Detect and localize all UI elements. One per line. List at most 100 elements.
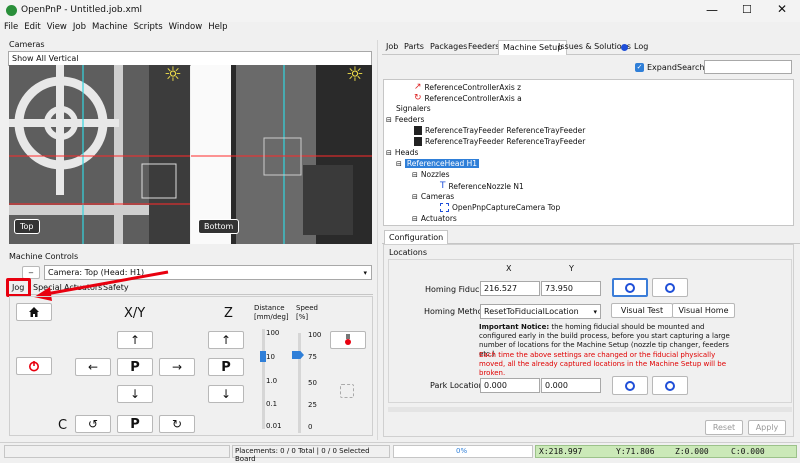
park-xy-button[interactable]: P	[117, 358, 153, 376]
tree-item[interactable]: OpenPnpCaptureCamera Top	[440, 203, 560, 212]
config-panel: Locations X Y Homing Fiducial 216.527 73…	[383, 244, 794, 437]
power-button[interactable]	[16, 357, 52, 375]
camera-capture-icon	[625, 380, 635, 391]
distance-tick: 1.0	[266, 377, 278, 385]
menu-job[interactable]: Job	[73, 22, 86, 36]
position-camera-button[interactable]	[652, 278, 688, 297]
distance-tick: 100	[266, 329, 280, 337]
tree-item[interactable]: T ReferenceNozzle N1	[440, 181, 524, 191]
jog-z-plus-button[interactable]: ↑	[208, 331, 244, 349]
homing-method-select[interactable]: ResetToFiducialLocation ▾	[480, 304, 601, 319]
config-tabs: Configuration	[382, 230, 800, 244]
tab-parts[interactable]: Parts	[400, 40, 428, 53]
status-message	[4, 445, 230, 458]
jog-z-minus-button[interactable]: ↓	[208, 385, 244, 403]
home-button[interactable]	[16, 303, 52, 321]
tree-item[interactable]: ReferenceTrayFeeder ReferenceTrayFeeder	[414, 137, 585, 146]
visual-home-button[interactable]: Visual Home	[672, 303, 735, 318]
tree-item[interactable]: ⊟ Nozzles	[412, 170, 450, 179]
jog-x-plus-button[interactable]: →	[159, 358, 195, 376]
camera-view-select[interactable]: Show All Vertical	[8, 51, 372, 66]
menu-scripts[interactable]: Scripts	[134, 22, 163, 36]
visual-test-button[interactable]: Visual Test	[611, 303, 673, 318]
park-c-button[interactable]: P	[117, 415, 153, 433]
tree-item[interactable]: ⊟ Cameras	[412, 192, 454, 201]
minimize-icon[interactable]: —	[706, 3, 718, 17]
light-sun-icon[interactable]: ☼	[346, 65, 364, 86]
distance-label: Distance [mm/deg]	[254, 304, 289, 321]
park-position-button[interactable]	[652, 376, 688, 395]
tab-configuration[interactable]: Configuration	[384, 230, 449, 244]
park-y-field[interactable]: 0.000	[541, 378, 601, 393]
top-camera-view[interactable]: Top ☼	[9, 65, 190, 244]
jog-y-minus-button[interactable]: ↓	[117, 385, 153, 403]
menu-bar: File Edit View Job Machine Scripts Windo…	[0, 22, 800, 36]
jog-y-plus-button[interactable]: ↑	[117, 331, 153, 349]
park-xy-label: P	[130, 359, 140, 375]
menu-help[interactable]: Help	[208, 22, 227, 36]
menu-window[interactable]: Window	[169, 22, 203, 36]
tree-item[interactable]: ⊟ Actuators	[412, 214, 457, 223]
progress-bar: 0%	[393, 445, 533, 458]
camera-view-select-value: Show All Vertical	[12, 54, 79, 63]
expand-checkbox[interactable]: ✓	[635, 63, 644, 72]
homing-x-field[interactable]: 216.527	[480, 281, 540, 296]
park-z-button[interactable]: P	[208, 358, 244, 376]
jog-x-minus-button[interactable]: ←	[75, 358, 111, 376]
nozzle-tip-button[interactable]	[330, 331, 366, 349]
tree-item[interactable]: ↻ ReferenceControllerAxis a	[414, 93, 522, 103]
home-icon	[29, 307, 39, 317]
visual-home-label: Visual Home	[678, 306, 729, 315]
menu-machine[interactable]: Machine	[92, 22, 128, 36]
bottom-camera-view[interactable]: Bottom ☼	[191, 65, 372, 244]
menu-edit[interactable]: Edit	[24, 22, 40, 36]
tree-item[interactable]: ⊟ ReferenceHead H1	[396, 159, 480, 168]
chevron-down-icon: ▾	[593, 308, 597, 316]
jog-panel: X/Y Z ↑ ← P → ↓ ↑ P ↓ C ↺ P ↻ Distance […	[9, 296, 373, 436]
camera-icon	[440, 203, 449, 212]
search-input[interactable]	[704, 60, 792, 74]
maximize-icon[interactable]: ☐	[742, 3, 752, 16]
horizontal-scrollbar[interactable]	[388, 407, 792, 412]
warning-text: Each time the above settings are changed…	[479, 351, 727, 377]
jog-c-minus-button[interactable]: ↺	[75, 415, 111, 433]
capture-camera-button[interactable]	[612, 278, 648, 297]
splitter-handle[interactable]	[377, 40, 381, 440]
distance-slider-track[interactable]	[262, 329, 265, 429]
tab-log[interactable]: Log	[630, 40, 652, 53]
light-sun-icon[interactable]: ☼	[164, 65, 182, 86]
y-header: Y	[569, 264, 574, 273]
dro-display: X:218.997 Y:71.806 Z:0.000 C:0.000	[535, 445, 797, 458]
feeder-icon	[414, 137, 422, 146]
distance-tick: 10	[266, 353, 275, 361]
feeder-icon	[414, 126, 422, 135]
park-capture-button[interactable]	[612, 376, 648, 395]
tree-item[interactable]: ↗ ReferenceControllerAxis z	[414, 82, 521, 92]
menu-file[interactable]: File	[4, 22, 18, 36]
tree-item-label: Feeders	[394, 115, 425, 124]
bottom-camera-label: Bottom	[198, 219, 240, 234]
tree-item[interactable]: Signalers	[396, 104, 431, 113]
speed-slider-track[interactable]	[298, 333, 301, 433]
reset-label: Reset	[712, 423, 736, 432]
arrow-down-icon: ↓	[220, 387, 232, 401]
tree-item-label: Cameras	[420, 192, 455, 201]
homing-y-value: 73.950	[545, 284, 573, 293]
tree-item[interactable]: ReferenceTrayFeeder ReferenceTrayFeeder	[414, 126, 585, 135]
machine-tree: ↗ ReferenceControllerAxis z ↻ ReferenceCon…	[383, 79, 794, 226]
right-tabs: Job Parts Packages Feeders Machine Setup…	[382, 40, 800, 55]
target-icon[interactable]	[340, 384, 354, 398]
close-icon[interactable]: ✕	[777, 2, 787, 16]
homing-y-field[interactable]: 73.950	[541, 281, 601, 296]
status-bar: Placements: 0 / 0 Total | 0 / 0 Selected…	[0, 442, 800, 463]
placements-status: Placements: 0 / 0 Total | 0 / 0 Selected…	[232, 445, 390, 463]
apply-label: Apply	[755, 423, 779, 432]
speed-slider-thumb[interactable]	[292, 351, 304, 359]
park-x-field[interactable]: 0.000	[480, 378, 540, 393]
visual-test-label: Visual Test	[620, 306, 664, 315]
window-title: OpenPnP - Untitled.job.xml	[21, 5, 143, 15]
tree-item[interactable]: ⊟ Heads	[386, 148, 418, 157]
tree-item[interactable]: ⊟ Feeders	[386, 115, 424, 124]
menu-view[interactable]: View	[47, 22, 67, 36]
jog-c-plus-button[interactable]: ↻	[159, 415, 195, 433]
